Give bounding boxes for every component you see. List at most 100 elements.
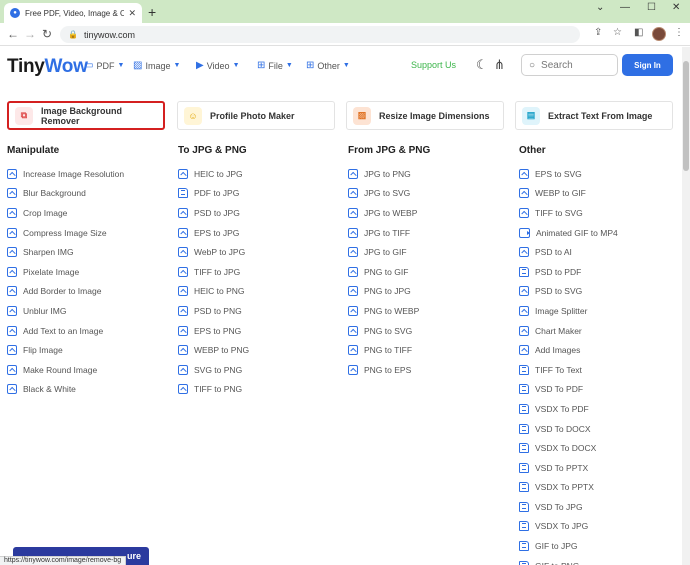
share-icon[interactable]: ⇪: [594, 27, 602, 38]
page-scrollbar[interactable]: [682, 47, 690, 565]
tool-link[interactable]: PSD to JPG: [178, 203, 249, 223]
side-panel-icon[interactable]: ◧: [634, 27, 643, 38]
tool-link[interactable]: PNG to WEBP: [348, 301, 430, 321]
tool-link[interactable]: TIFF to PNG: [178, 380, 249, 400]
tool-link[interactable]: Flip Image: [7, 340, 124, 360]
tool-link[interactable]: VSD To DOCX: [519, 419, 618, 439]
tool-link[interactable]: PNG to TIFF: [348, 340, 430, 360]
tool-link[interactable]: EPS to SVG: [519, 164, 618, 184]
featured-card-resize-image[interactable]: ▨ Resize Image Dimensions: [346, 101, 504, 130]
tool-link[interactable]: Make Round Image: [7, 360, 124, 380]
tool-link[interactable]: VSD To PDF: [519, 380, 618, 400]
column-title: To JPG & PNG: [178, 145, 247, 156]
tool-link[interactable]: Black & White: [7, 380, 124, 400]
tool-link[interactable]: Add Text to an Image: [7, 321, 124, 341]
tool-link[interactable]: VSDX To JPG: [519, 517, 618, 537]
tool-link[interactable]: VSD To JPG: [519, 497, 618, 517]
minimize-icon[interactable]: —: [620, 2, 630, 13]
tab-search-chevron-icon[interactable]: ⌄: [596, 2, 604, 13]
tool-link[interactable]: Increase Image Resolution: [7, 164, 124, 184]
tool-link[interactable]: PSD to AI: [519, 242, 618, 262]
tool-link[interactable]: VSDX To PDF: [519, 399, 618, 419]
dark-mode-moon-icon[interactable]: ☾: [476, 57, 488, 73]
menu-video[interactable]: ▶ Video ▼: [196, 60, 240, 71]
new-tab-icon[interactable]: +: [148, 4, 156, 20]
reload-icon[interactable]: ↻: [42, 27, 52, 41]
more-menu-icon[interactable]: ⋮: [674, 27, 684, 38]
tool-link[interactable]: Compress Image Size: [7, 223, 124, 243]
resize-icon: ▨: [353, 106, 371, 125]
tool-link[interactable]: Image Splitter: [519, 301, 618, 321]
scrollbar-thumb[interactable]: [683, 61, 689, 171]
tool-link[interactable]: WEBP to GIF: [519, 184, 618, 204]
tool-link[interactable]: HEIC to JPG: [178, 164, 249, 184]
tool-link[interactable]: JPG to TIFF: [348, 223, 430, 243]
image-icon: [178, 345, 188, 356]
tool-link[interactable]: WebP to JPG: [178, 242, 249, 262]
tool-label: TIFF to PNG: [194, 384, 243, 395]
tool-link[interactable]: SVG to PNG: [178, 360, 249, 380]
image-icon: [519, 188, 529, 199]
tool-link[interactable]: VSD To PPTX: [519, 458, 618, 478]
tool-link[interactable]: EPS to PNG: [178, 321, 249, 341]
background-remove-icon: ⧉: [15, 106, 33, 125]
share-nodes-icon[interactable]: ⋔: [494, 57, 505, 73]
menu-other[interactable]: ⊞ Other ▼: [306, 60, 350, 71]
image-icon: [178, 266, 188, 277]
maximize-icon[interactable]: ☐: [647, 2, 656, 13]
tool-link[interactable]: PSD to SVG: [519, 282, 618, 302]
tinywow-logo[interactable]: TinyWow: [7, 56, 88, 78]
tool-link[interactable]: Pixelate Image: [7, 262, 124, 282]
featured-card-background-remover[interactable]: ⧉ Image Background Remover: [7, 101, 165, 130]
image-icon: [7, 305, 17, 316]
tool-link[interactable]: VSDX To DOCX: [519, 438, 618, 458]
column-title: Manipulate: [7, 145, 60, 156]
bookmark-star-icon[interactable]: ☆: [613, 27, 622, 38]
tool-link[interactable]: PNG to JPG: [348, 282, 430, 302]
menu-pdf[interactable]: ▭ PDF ▼: [84, 60, 124, 71]
tool-link[interactable]: WEBP to PNG: [178, 340, 249, 360]
tool-link[interactable]: VSDX To PPTX: [519, 478, 618, 498]
status-bar-url: https://tinywow.com/image/remove-bg: [0, 556, 127, 565]
tool-link[interactable]: GIF to JPG: [519, 536, 618, 556]
tool-link[interactable]: PDF to JPG: [178, 184, 249, 204]
back-icon[interactable]: ←: [7, 27, 19, 41]
tool-link[interactable]: Chart Maker: [519, 321, 618, 341]
menu-image[interactable]: ▨ Image ▼: [133, 60, 180, 71]
tool-link[interactable]: JPG to SVG: [348, 184, 430, 204]
close-window-icon[interactable]: ✕: [672, 2, 680, 13]
forward-icon[interactable]: →: [24, 27, 36, 41]
tool-link[interactable]: PNG to EPS: [348, 360, 430, 380]
tool-link[interactable]: Crop Image: [7, 203, 124, 223]
tool-link[interactable]: JPG to GIF: [348, 242, 430, 262]
tool-link[interactable]: Blur Background: [7, 184, 124, 204]
sign-in-button[interactable]: Sign In: [622, 54, 673, 76]
tool-link[interactable]: Add Border to Image: [7, 282, 124, 302]
site-search-input[interactable]: ○ Search: [521, 54, 618, 76]
close-tab-icon[interactable]: ✕: [128, 8, 136, 19]
support-us-link[interactable]: Support Us: [411, 60, 456, 70]
tool-link[interactable]: JPG to WEBP: [348, 203, 430, 223]
tool-link[interactable]: Add Images: [519, 340, 618, 360]
tool-link[interactable]: Sharpen IMG: [7, 242, 124, 262]
menu-file[interactable]: ⊞ File ▼: [257, 60, 293, 71]
tool-link[interactable]: Unblur IMG: [7, 301, 124, 321]
tool-link[interactable]: PNG to SVG: [348, 321, 430, 341]
tool-link[interactable]: PNG to GIF: [348, 262, 430, 282]
featured-card-profile-photo[interactable]: ☺ Profile Photo Maker: [177, 101, 335, 130]
tool-link[interactable]: TIFF to SVG: [519, 203, 618, 223]
tool-link[interactable]: TIFF to JPG: [178, 262, 249, 282]
tool-link[interactable]: PSD to PDF: [519, 262, 618, 282]
featured-card-extract-text[interactable]: ▤ Extract Text From Image: [515, 101, 673, 130]
tool-link[interactable]: PSD to PNG: [178, 301, 249, 321]
tool-link[interactable]: EPS to JPG: [178, 223, 249, 243]
tool-link[interactable]: JPG to PNG: [348, 164, 430, 184]
tool-link[interactable]: Animated GIF to MP4: [519, 223, 618, 243]
tool-link[interactable]: HEIC to PNG: [178, 282, 249, 302]
tool-label: Add Images: [535, 345, 581, 356]
profile-avatar[interactable]: [652, 27, 666, 41]
tool-link[interactable]: TIFF To Text: [519, 360, 618, 380]
url-field[interactable]: 🔒 tinywow.com: [60, 26, 580, 43]
tool-link[interactable]: GIF to PNG: [519, 556, 618, 565]
browser-tab[interactable]: ● Free PDF, Video, Image & Other ✕: [4, 3, 142, 23]
